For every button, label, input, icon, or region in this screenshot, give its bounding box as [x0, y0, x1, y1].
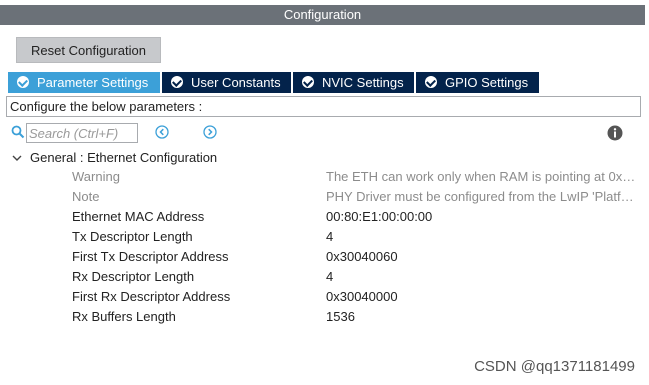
parameter-name: First Rx Descriptor Address — [72, 289, 231, 304]
chevron-down-icon — [12, 155, 22, 161]
parameter-value: 00:80:E1:00:00:00 — [326, 209, 433, 224]
parameter-name: Rx Descriptor Length — [72, 269, 195, 284]
parameter-value: 0x30040000 — [326, 289, 398, 304]
check-circle-icon — [302, 76, 314, 88]
parameter-name: Tx Descriptor Length — [72, 229, 193, 244]
group-label: General : Ethernet Configuration — [30, 150, 218, 165]
parameter-row-mac-address[interactable]: Ethernet MAC Address 00:80:E1:00:00:00 — [0, 207, 645, 227]
parameter-row-first-rx-descriptor-address[interactable]: First Rx Descriptor Address 0x30040000 — [0, 287, 645, 307]
parameter-row-warning[interactable]: Warning The ETH can work only when RAM i… — [0, 167, 645, 187]
parameter-name: Rx Buffers Length — [72, 309, 176, 324]
parameter-row-rx-descriptor-length[interactable]: Rx Descriptor Length 4 — [0, 267, 645, 287]
tab-gpio-settings[interactable]: GPIO Settings — [416, 72, 539, 93]
check-circle-icon — [425, 76, 437, 88]
tab-nvic-settings[interactable]: NVIC Settings — [293, 72, 414, 93]
parameter-name: Note — [72, 189, 100, 204]
parameter-value: 4 — [326, 269, 334, 284]
parameter-row-note[interactable]: Note PHY Driver must be configured from … — [0, 187, 645, 207]
parameter-row-tx-descriptor-length[interactable]: Tx Descriptor Length 4 — [0, 227, 645, 247]
check-circle-icon — [17, 76, 29, 88]
parameter-value: The ETH can work only when RAM is pointi… — [326, 169, 636, 184]
check-circle-icon — [171, 76, 183, 88]
parameter-name: First Tx Descriptor Address — [72, 249, 229, 264]
tab-label: User Constants — [191, 75, 281, 90]
parameter-value: PHY Driver must be configured from the L… — [326, 189, 640, 204]
parameter-name: Warning — [72, 169, 120, 184]
parameter-value: 4 — [326, 229, 334, 244]
search-input[interactable] — [26, 123, 138, 143]
parameter-value: 0x30040060 — [326, 249, 398, 264]
tab-label: GPIO Settings — [445, 75, 529, 90]
parameter-row-first-tx-descriptor-address[interactable]: First Tx Descriptor Address 0x30040060 — [0, 247, 645, 267]
parameter-row-rx-buffers-length[interactable]: Rx Buffers Length 1536 — [0, 307, 645, 327]
info-icon[interactable] — [607, 125, 623, 141]
search-icon — [11, 125, 25, 139]
tab-user-constants[interactable]: User Constants — [162, 72, 291, 93]
watermark: CSDN @qq1371181499 — [474, 358, 635, 375]
next-result-icon[interactable] — [203, 125, 217, 139]
tab-parameter-settings[interactable]: Parameter Settings — [8, 72, 160, 93]
tab-label: NVIC Settings — [322, 75, 404, 90]
parameter-value: 1536 — [326, 309, 355, 324]
parameter-name: Ethernet MAC Address — [72, 209, 205, 224]
tab-label: Parameter Settings — [37, 75, 149, 90]
window-title-bar: Configuration — [0, 5, 645, 25]
window-title: Configuration — [283, 7, 362, 22]
reset-configuration-button[interactable]: Reset Configuration — [16, 37, 161, 63]
parameters-description: Configure the below parameters : — [6, 96, 641, 117]
previous-result-icon[interactable] — [155, 125, 169, 139]
